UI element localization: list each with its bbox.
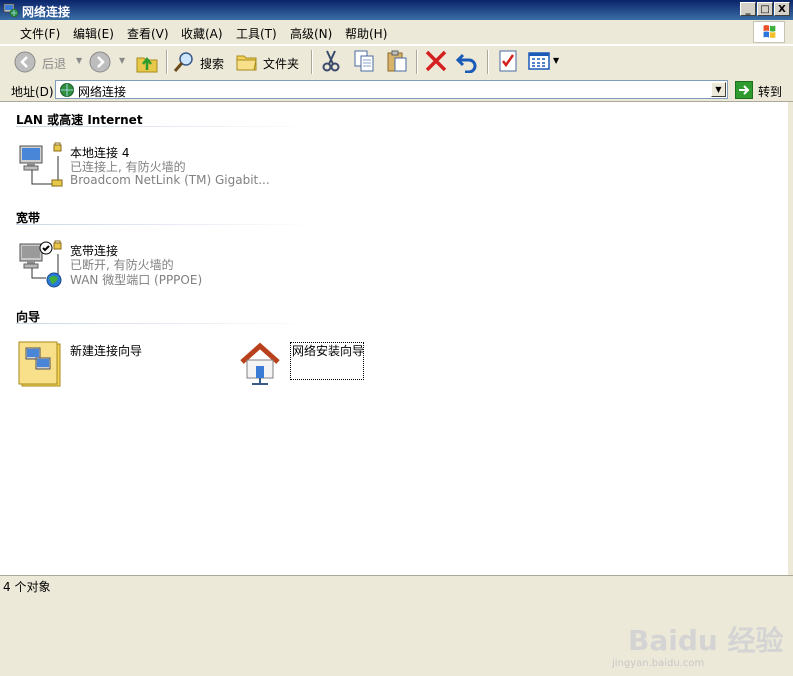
cut-scissors-icon <box>322 50 340 72</box>
broadband-connection-icon <box>19 240 62 288</box>
wizard-name: 新建连接向导 <box>70 344 143 358</box>
forward-dropdown-icon[interactable]: ▼ <box>119 56 125 65</box>
address-dropdown-icon[interactable]: ▼ <box>711 82 726 97</box>
folders-button[interactable]: 文件夹 <box>235 49 303 75</box>
close-button[interactable]: X <box>774 2 790 16</box>
status-text: 4 个对象 <box>3 580 51 594</box>
properties-checklist-icon <box>499 50 517 72</box>
window-title: 网络连接 <box>22 5 71 19</box>
toolbar: 后退 ▼ ▼ 搜索 文件夹 ▼ <box>0 45 793 80</box>
title-bar: 网络连接 _ □ X <box>0 0 793 20</box>
delete-button[interactable] <box>424 49 448 75</box>
up-folder-icon <box>136 56 158 73</box>
minimize-button[interactable]: _ <box>740 2 756 16</box>
menu-file[interactable]: 文件(F) <box>20 25 60 42</box>
forward-arrow-icon <box>89 51 111 73</box>
new-connection-wizard[interactable]: 新建连接向导 <box>16 340 186 390</box>
status-bar: 4 个对象 <box>0 575 793 594</box>
views-button[interactable]: ▼ <box>527 49 563 75</box>
undo-button[interactable] <box>455 49 479 75</box>
menu-tools[interactable]: 工具(T) <box>236 25 277 42</box>
watermark-main: Baidu 经验 <box>628 624 784 657</box>
menu-help[interactable]: 帮助(H) <box>345 25 387 42</box>
forward-button[interactable]: ▼ <box>89 49 129 75</box>
network-connections-icon <box>3 3 19 18</box>
toolbar-separator <box>487 50 489 74</box>
address-value: 网络连接 <box>78 85 127 99</box>
copy-icon <box>354 50 374 72</box>
connection-device: Broadcom NetLink (TM) Gigabit... <box>70 173 270 187</box>
new-connection-wizard-icon <box>18 341 61 387</box>
back-label: 后退 <box>42 57 67 71</box>
folder-icon <box>236 55 257 71</box>
connections-pane: LAN 或高速 Internet 本地连接 4 已连接上, 有防火墙的 Broa… <box>0 102 788 669</box>
views-grid-icon <box>528 52 550 70</box>
windows-logo <box>753 21 785 43</box>
views-dropdown-icon[interactable]: ▼ <box>553 56 559 65</box>
connection-device: WAN 微型端口 (PPPOE) <box>70 273 203 287</box>
search-button[interactable]: 搜索 <box>172 49 228 75</box>
menu-edit[interactable]: 编辑(E) <box>73 25 114 42</box>
group-divider <box>16 323 316 324</box>
paste-clipboard-icon <box>387 50 407 72</box>
go-label: 转到 <box>758 85 783 99</box>
connection-broadband[interactable]: 宽带连接 已断开, 有防火墙的 WAN 微型端口 (PPPOE) <box>16 240 246 290</box>
address-field[interactable]: 网络连接 ▼ <box>55 80 728 99</box>
lan-connection-icon <box>19 142 63 187</box>
connection-local-4[interactable]: 本地连接 4 已连接上, 有防火墙的 Broadcom NetLink (TM)… <box>16 142 270 192</box>
toolbar-separator <box>416 50 418 74</box>
copy-button[interactable] <box>352 49 376 75</box>
baidu-watermark: Baidu 经验 jingyan.baidu.com <box>608 606 784 676</box>
focus-outline <box>290 342 364 380</box>
windows-flag-icon <box>763 25 776 38</box>
back-dropdown-icon[interactable]: ▼ <box>76 56 82 65</box>
paste-button[interactable] <box>385 49 409 75</box>
maximize-button[interactable]: □ <box>757 2 773 16</box>
folders-label: 文件夹 <box>263 57 300 71</box>
back-arrow-icon <box>14 51 36 73</box>
menu-view[interactable]: 查看(V) <box>127 25 169 42</box>
address-bar: 地址(D) 网络连接 ▼ 转到 <box>0 79 793 102</box>
network-setup-wizard[interactable]: 网络安装向导 <box>238 340 368 390</box>
toolbar-separator <box>166 50 168 74</box>
toolbar-separator <box>311 50 313 74</box>
menu-bar: 文件(F) 编辑(E) 查看(V) 收藏(A) 工具(T) 高级(N) 帮助(H… <box>0 20 793 45</box>
back-button[interactable]: 后退 ▼ <box>14 49 84 75</box>
search-label: 搜索 <box>200 57 225 71</box>
go-arrow-icon <box>735 81 753 99</box>
menu-favorites[interactable]: 收藏(A) <box>181 25 223 42</box>
up-folder-button[interactable] <box>135 49 161 75</box>
home-network-wizard-icon <box>240 342 280 385</box>
delete-x-icon <box>425 50 447 72</box>
search-icon <box>173 52 193 72</box>
network-globe-icon <box>60 83 74 97</box>
group-divider <box>16 224 316 225</box>
address-label: 地址(D) <box>11 85 54 99</box>
properties-button[interactable] <box>496 49 520 75</box>
watermark-url: jingyan.baidu.com <box>612 658 705 669</box>
group-divider <box>16 126 316 127</box>
cut-button[interactable] <box>319 49 343 75</box>
scrollbar[interactable] <box>788 102 793 575</box>
menu-advanced[interactable]: 高级(N) <box>290 25 332 42</box>
undo-arrow-icon <box>455 53 477 74</box>
